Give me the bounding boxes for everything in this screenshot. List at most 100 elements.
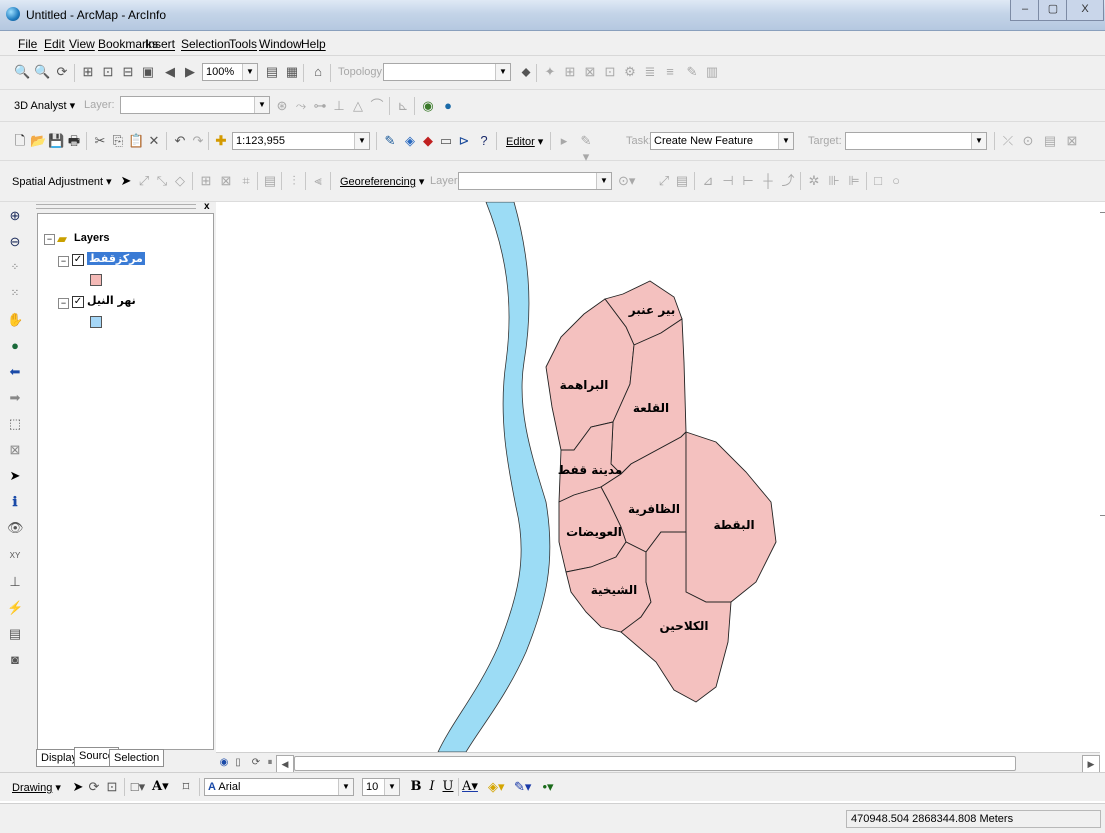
copy-icon[interactable]: ⎘ bbox=[110, 133, 126, 149]
toc-grip[interactable] bbox=[36, 204, 196, 209]
delete-icon[interactable]: ✕ bbox=[146, 133, 162, 149]
georef-layer-combo[interactable]: ▼ bbox=[458, 172, 612, 190]
topo-tool-g-icon[interactable]: ⊪ bbox=[826, 173, 842, 189]
toggle-draft-icon[interactable]: ▤ bbox=[264, 64, 280, 80]
line-of-sight-icon[interactable]: ⊶ bbox=[312, 98, 328, 114]
zoom-combo[interactable]: 100% ▼ bbox=[202, 63, 258, 81]
attribute-transfer-icon[interactable]: ⫷ bbox=[310, 173, 326, 189]
task-combo[interactable]: Create New Feature ▼ bbox=[650, 132, 794, 150]
topology-tool-7-icon[interactable]: ≡ bbox=[662, 64, 678, 80]
topo-tool-d-icon[interactable]: ┼ bbox=[760, 173, 776, 189]
topology-combo[interactable]: ▼ bbox=[383, 63, 511, 81]
menu-window[interactable]: Window bbox=[259, 37, 302, 51]
arccatalog-icon[interactable]: ◈ bbox=[402, 133, 418, 149]
refresh-icon[interactable]: ⟳ bbox=[54, 64, 70, 80]
map-view[interactable]: بير عنبر البراهمة القلعة مدينة قفط الظاف… bbox=[216, 202, 1100, 752]
contour-icon[interactable]: ⊛ bbox=[274, 98, 290, 114]
editor-toolbar-icon[interactable]: ✎ bbox=[382, 133, 398, 149]
measure-icon[interactable]: ⊥ bbox=[7, 574, 23, 590]
topo-tool-b-icon[interactable]: ⊣ bbox=[720, 173, 736, 189]
scroll-thumb[interactable] bbox=[294, 756, 1016, 771]
rotate-element-icon[interactable]: ⟳ bbox=[86, 779, 102, 795]
clear-selection-icon[interactable]: ⊠ bbox=[7, 442, 23, 458]
menu-selection[interactable]: Selection bbox=[181, 37, 230, 51]
target-combo[interactable]: ▼ bbox=[845, 132, 987, 150]
view-link-table-icon[interactable]: ▤ bbox=[674, 173, 690, 189]
font-combo[interactable]: A Arial ▼ bbox=[204, 778, 354, 796]
fixed-zoom-out-icon[interactable]: ⁙ bbox=[7, 286, 23, 302]
back-extent-icon[interactable]: ◀ bbox=[162, 64, 178, 80]
link-table-icon[interactable]: ▤ bbox=[262, 173, 278, 189]
zoom-layer-icon[interactable]: ⊡ bbox=[100, 64, 116, 80]
identify-icon[interactable]: ℹ bbox=[7, 494, 23, 510]
clear-area-icon[interactable]: ⌗ bbox=[238, 173, 254, 189]
bold-icon[interactable]: B bbox=[408, 779, 424, 795]
edit-tool-icon[interactable]: ▸ bbox=[556, 133, 572, 149]
zoom-in-fixed-icon[interactable]: 🔍 bbox=[14, 64, 30, 80]
rectangle-draw-icon[interactable]: □▾ bbox=[130, 779, 146, 795]
rotate-tool-icon[interactable]: ⊙ bbox=[1020, 133, 1036, 149]
topology-tool-4-icon[interactable]: ⊡ bbox=[602, 64, 618, 80]
topology-tool-6-icon[interactable]: ≣ bbox=[642, 64, 658, 80]
cut-icon[interactable]: ✂ bbox=[92, 133, 108, 149]
menu-file[interactable]: File bbox=[18, 37, 37, 51]
layer2-name[interactable]: نهر النيل bbox=[87, 294, 136, 307]
layer1-collapse-toggle[interactable]: − bbox=[58, 256, 69, 267]
map-horizontal-scrollbar[interactable]: ◉ ▯ ⟳ ⏸ ◀ ▶ bbox=[216, 752, 1100, 773]
topo-tool-f-icon[interactable]: ✲ bbox=[806, 173, 822, 189]
editor-menu[interactable]: Editor ▾ bbox=[506, 135, 543, 148]
rotate-georef-icon[interactable]: ⊙▾ bbox=[618, 173, 635, 189]
split-tool-icon[interactable]: ⤫ bbox=[1000, 133, 1016, 149]
zoom-whole-page-icon[interactable]: ⊡ bbox=[104, 779, 120, 795]
open-icon[interactable]: 📂 bbox=[30, 133, 46, 149]
interpolate-polygon-icon[interactable]: ⌒ bbox=[369, 98, 385, 114]
topology-tool-2-icon[interactable]: ⊞ bbox=[562, 64, 578, 80]
save-icon[interactable]: 💾 bbox=[48, 133, 64, 149]
layout-view-icon[interactable]: ▯ bbox=[230, 755, 246, 771]
topology-tool-9-icon[interactable]: ▥ bbox=[704, 64, 720, 80]
callout-icon[interactable]: ⌑ bbox=[178, 779, 194, 795]
font-size-combo[interactable]: 10 ▼ bbox=[362, 778, 400, 796]
georeferencing-menu[interactable]: Georeferencing ▾ bbox=[340, 175, 424, 188]
identity-link-icon[interactable]: ⊞ bbox=[198, 173, 214, 189]
topology-tool-1-icon[interactable]: ✦ bbox=[542, 64, 558, 80]
maximize-button[interactable]: ▢ bbox=[1038, 0, 1068, 21]
zoom-selected-icon[interactable]: ⊟ bbox=[120, 64, 136, 80]
sketch-tool-icon[interactable]: ✎ ▾ bbox=[578, 133, 594, 164]
undo-icon[interactable]: ↶ bbox=[172, 133, 188, 149]
command-line-icon[interactable]: ▭ bbox=[438, 133, 454, 149]
model-builder-icon[interactable]: ⊳ bbox=[456, 133, 472, 149]
zoom-out-fixed-icon[interactable]: 🔍 bbox=[34, 64, 50, 80]
select-element-icon[interactable]: ➤ bbox=[70, 779, 86, 795]
page-icon[interactable]: ▣ bbox=[140, 64, 156, 80]
edge-match-icon[interactable]: ⫶ bbox=[286, 173, 302, 189]
html-popup-icon[interactable]: ▤ bbox=[7, 626, 23, 642]
line-color-icon[interactable]: ✎▾ bbox=[514, 779, 531, 795]
circle-tool-icon[interactable]: ○ bbox=[888, 173, 904, 189]
fill-color-icon[interactable]: ◈▾ bbox=[488, 779, 505, 795]
font-color-icon[interactable]: A▾ bbox=[462, 779, 478, 795]
topo-tool-c-icon[interactable]: ⊢ bbox=[740, 173, 756, 189]
layer1-visibility-checkbox[interactable]: ✓ bbox=[72, 254, 84, 266]
toc-close-button[interactable]: x bbox=[204, 201, 210, 212]
zoom-in-icon[interactable]: ⊕ bbox=[7, 208, 23, 224]
new-document-icon[interactable]: 🗋 bbox=[12, 133, 28, 149]
rectangle-tool-icon[interactable]: □ bbox=[870, 173, 886, 189]
select-elements-icon[interactable]: ➤ bbox=[118, 173, 134, 189]
menu-help[interactable]: Help bbox=[301, 37, 326, 51]
marker-color-icon[interactable]: •▾ bbox=[540, 779, 556, 795]
multi-displacement-icon[interactable]: ◇ bbox=[172, 173, 188, 189]
arcglobe-icon[interactable]: ● bbox=[440, 98, 456, 114]
layer1-name[interactable]: مركزقفط bbox=[87, 252, 145, 265]
layers-root-label[interactable]: Layers bbox=[74, 232, 109, 244]
add-data-icon[interactable]: ✚ bbox=[213, 133, 229, 149]
new-displacement-link-icon[interactable]: ⤢ bbox=[136, 173, 152, 189]
3d-layer-combo[interactable]: ▼ bbox=[120, 96, 270, 114]
layout-icon[interactable]: ⌂ bbox=[310, 64, 326, 80]
topo-tool-h-icon[interactable]: ⊫ bbox=[846, 173, 862, 189]
topology-edit-icon[interactable]: ⬥ bbox=[518, 64, 534, 80]
topology-tool-5-icon[interactable]: ⚙ bbox=[622, 64, 638, 80]
layer2-collapse-toggle[interactable]: − bbox=[58, 298, 69, 309]
hyperlink-icon[interactable]: ⚡ bbox=[7, 600, 23, 616]
layer2-symbol-swatch[interactable] bbox=[90, 316, 102, 328]
